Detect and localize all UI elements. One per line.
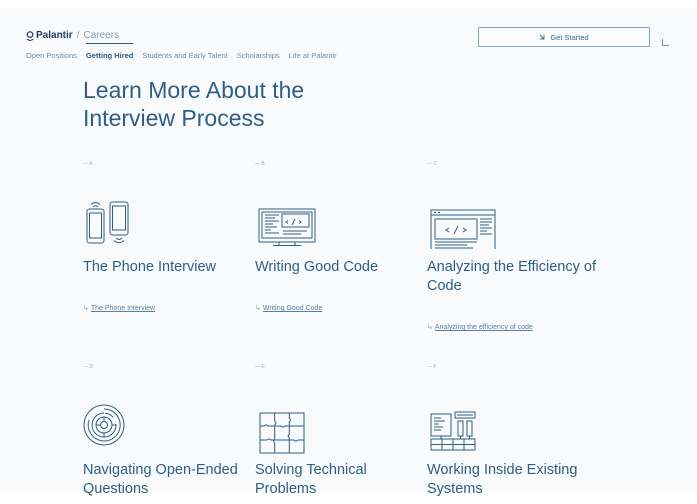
puzzle-icon xyxy=(255,404,307,459)
card-letter: — C xyxy=(427,161,437,167)
card-existing-systems: — F Working Inside Existing Systems xyxy=(427,364,592,504)
card-link-writing-good-code[interactable]: ↳ Writing Good Code xyxy=(255,304,322,312)
get-started-button[interactable]: Get Started xyxy=(478,27,650,47)
card-title: Working Inside Existing Systems xyxy=(427,462,578,497)
browser-code-icon xyxy=(427,201,497,256)
corner-mark xyxy=(662,39,669,46)
section-link-careers[interactable]: Careers xyxy=(83,30,119,41)
card-letter: — A xyxy=(83,161,93,167)
get-started-label: Get Started xyxy=(550,32,589,42)
card-title: Solving Technical Problems xyxy=(255,462,367,497)
card-link-analyzing-efficiency[interactable]: ↳ Analyzing the efficiency of code xyxy=(427,323,533,331)
nav-item-life-at-palantir[interactable]: Life at Palantir xyxy=(289,51,337,60)
card-link-phone-interview[interactable]: ↳ The Phone Interview xyxy=(83,304,155,312)
card-letter: — F xyxy=(427,364,437,370)
brand-separator: / xyxy=(76,30,80,41)
palantir-logo[interactable]: Palantir xyxy=(26,30,73,41)
card-letter: — D xyxy=(83,364,93,370)
maze-icon xyxy=(83,404,133,459)
nav-item-open-positions[interactable]: Open Positions xyxy=(26,51,77,60)
card-letter: — E xyxy=(255,364,265,370)
card-writing-good-code: — B Writing Good Code ↳ Writing Good Code xyxy=(255,161,420,321)
brand: Palantir / Careers xyxy=(26,30,119,41)
card-letter: — B xyxy=(255,161,265,167)
card-analyzing-efficiency: — C Analyzing the Efficiency of Code ↳ An… xyxy=(427,161,596,341)
page-title: Learn More About the Interview Process xyxy=(83,77,305,131)
brand-name: Palantir xyxy=(36,30,73,41)
palantir-logo-icon xyxy=(26,30,34,41)
card-title: Analyzing the Efficiency of Code xyxy=(427,259,596,294)
card-phone-interview: — A The Phone Interview ↳ The Phone Inter… xyxy=(83,161,248,321)
card-open-ended-questions: — D Navigating Open-Ended Questions xyxy=(83,364,248,504)
arrow-icon xyxy=(539,34,545,39)
phones-icon xyxy=(83,201,133,251)
system-blocks-icon xyxy=(427,404,479,459)
nav-item-scholarships[interactable]: Scholarships xyxy=(237,51,280,60)
sub-navigation: Open Positions Getting Hired Students an… xyxy=(26,43,337,60)
nav-item-students[interactable]: Students and Early Talent xyxy=(142,51,227,60)
card-title: Writing Good Code xyxy=(255,259,379,275)
page-frame: Palantir / Careers Open Positions Gettin… xyxy=(0,8,697,497)
card-title: The Phone Interview xyxy=(83,259,216,275)
card-title: Navigating Open-Ended Questions xyxy=(83,462,238,497)
monitor-code-icon xyxy=(255,201,317,252)
nav-item-getting-hired[interactable]: Getting Hired xyxy=(85,43,133,60)
card-solving-problems: — E Solving Technical Problems xyxy=(255,364,420,504)
